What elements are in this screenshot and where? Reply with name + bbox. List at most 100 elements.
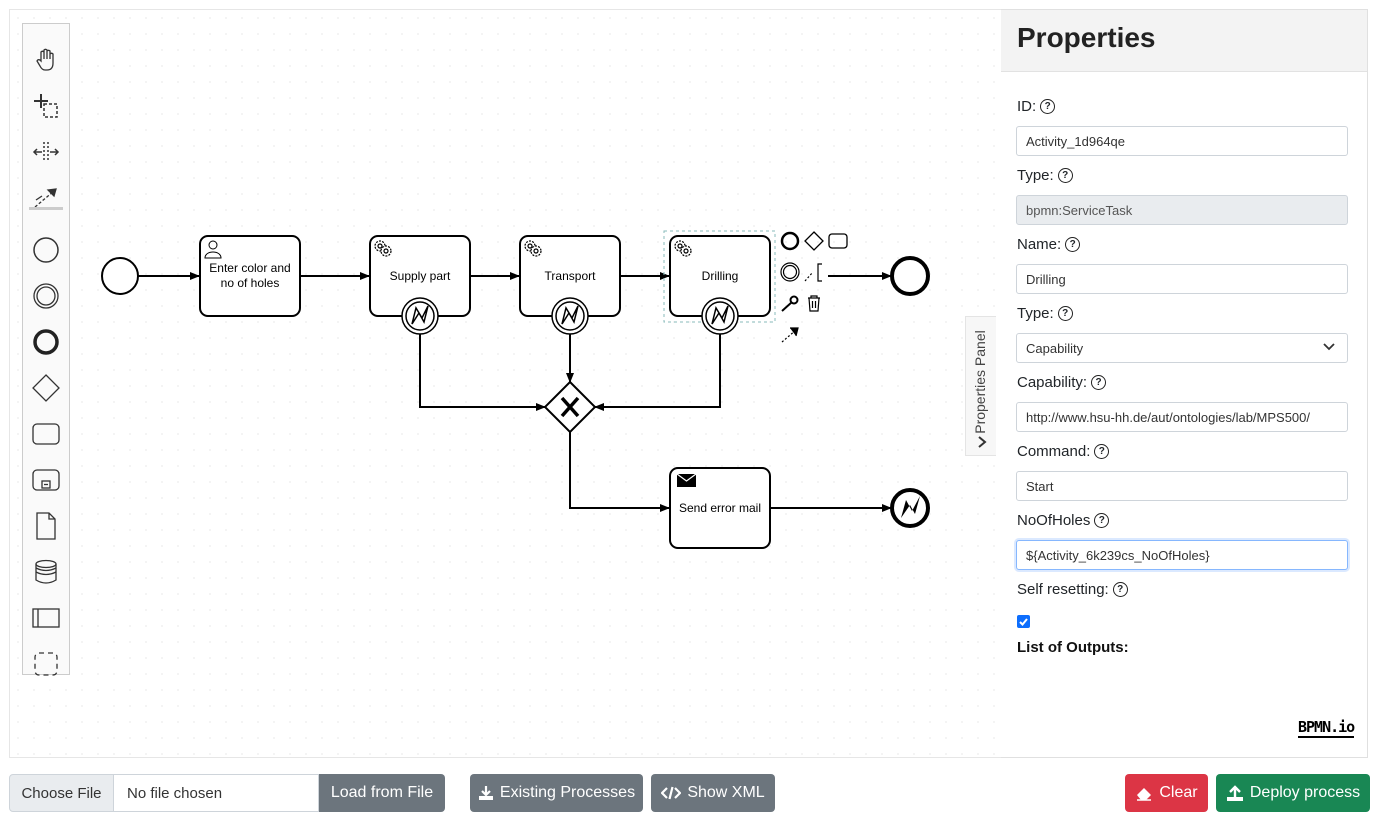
command-field[interactable]: Start: [1016, 471, 1348, 501]
file-name-display: No file chosen: [114, 774, 319, 812]
trash-icon[interactable]: [808, 295, 820, 312]
id-field[interactable]: Activity_1d964qe: [1016, 126, 1348, 156]
chevron-right-icon: [978, 436, 987, 448]
help-icon[interactable]: ?: [1040, 99, 1056, 114]
data-store-icon[interactable]: [23, 552, 69, 592]
task-label: Supply part: [390, 269, 451, 283]
flow-gateway-to-mail[interactable]: [569, 432, 670, 512]
append-task-icon[interactable]: [828, 233, 848, 249]
task-label: no of holes: [221, 276, 280, 290]
name-field[interactable]: Drilling: [1016, 264, 1348, 294]
type-label: Type:?: [1017, 167, 1073, 184]
help-icon[interactable]: ?: [1057, 168, 1073, 183]
start-event[interactable]: [101, 257, 139, 295]
participant-icon[interactable]: [23, 598, 69, 638]
type-label-text: Type:: [1017, 167, 1054, 184]
bpmn-io-logo[interactable]: BPMN.io: [1298, 718, 1355, 738]
deploy-process-button[interactable]: Deploy process: [1216, 774, 1370, 812]
global-connect-icon[interactable]: [23, 178, 69, 218]
existing-processes-label: Existing Processes: [499, 784, 636, 801]
lasso-tool-icon[interactable]: [23, 86, 69, 126]
noofholes-label-text: NoOfHoles: [1017, 512, 1091, 529]
choose-file-button[interactable]: Choose File: [9, 774, 114, 812]
task-send-error-mail[interactable]: Send error mail: [669, 467, 771, 549]
end-event[interactable]: [890, 256, 930, 296]
properties-panel-toggle[interactable]: Properties Panel: [965, 316, 996, 456]
self-resetting-label-text: Self resetting:: [1017, 581, 1109, 598]
properties-panel: Properties ID:? Activity_1d964qe Type:? …: [1001, 9, 1368, 758]
subprocess-icon[interactable]: [23, 460, 69, 500]
task-icon[interactable]: [23, 414, 69, 454]
bpmn-diagram: Enter color and no of holes Supply part …: [101, 230, 930, 549]
end-event-icon[interactable]: [23, 322, 69, 362]
capability-field[interactable]: http://www.hsu-hh.de/aut/ontologies/lab/…: [1016, 402, 1348, 432]
help-icon[interactable]: ?: [1091, 375, 1107, 390]
exclusive-gateway[interactable]: [543, 380, 597, 434]
show-xml-button[interactable]: Show XML: [651, 774, 775, 812]
task-label: Enter color and: [209, 261, 290, 275]
error-end-event[interactable]: [890, 488, 930, 528]
intermediate-event-icon[interactable]: [23, 276, 69, 316]
eraser-icon: [1137, 788, 1152, 801]
error-boundary-event[interactable]: [551, 297, 589, 335]
name-label: Name:?: [1017, 236, 1081, 253]
group-icon[interactable]: [23, 644, 69, 684]
gateway-icon[interactable]: [23, 368, 69, 408]
hand-tool-icon[interactable]: [23, 40, 69, 80]
task-enter-color[interactable]: Enter color and no of holes: [199, 235, 301, 317]
task-label: Send error mail: [679, 501, 761, 515]
append-gateway-icon[interactable]: [804, 231, 824, 251]
task-drilling[interactable]: Drilling: [663, 230, 776, 335]
type-select-value: Capability: [1026, 340, 1084, 356]
help-icon[interactable]: ?: [1112, 582, 1128, 597]
connect-icon[interactable]: [781, 327, 799, 343]
command-label: Command:?: [1017, 443, 1110, 460]
append-intermediate-event-icon[interactable]: [780, 262, 800, 282]
type-select-label: Type:?: [1017, 305, 1073, 322]
send-task-icon: [676, 473, 697, 487]
text-annotation-icon[interactable]: [804, 263, 822, 282]
space-tool-icon[interactable]: [23, 132, 69, 172]
flow-supply-error-to-gateway[interactable]: [419, 334, 546, 411]
command-label-text: Command:: [1017, 443, 1091, 460]
list-of-outputs-heading: List of Outputs:: [1017, 639, 1129, 656]
id-label: ID:?: [1017, 98, 1056, 115]
task-transport[interactable]: Transport: [519, 235, 621, 335]
self-resetting-label: Self resetting:?: [1017, 581, 1128, 598]
capability-label: Capability:?: [1017, 374, 1107, 391]
palette-separator: [29, 207, 63, 210]
help-icon[interactable]: ?: [1094, 513, 1110, 528]
type-select-label-text: Type:: [1017, 305, 1054, 322]
clear-label: Clear: [1159, 784, 1198, 801]
code-icon: [661, 786, 682, 800]
file-input-group: Choose File No file chosen: [9, 774, 319, 812]
upload-icon: [1226, 785, 1243, 801]
help-icon[interactable]: ?: [1057, 306, 1073, 321]
flow-drilling-error-to-gateway[interactable]: [594, 334, 721, 411]
error-boundary-event[interactable]: [701, 297, 739, 335]
name-label-text: Name:: [1017, 236, 1062, 253]
show-xml-label: Show XML: [687, 784, 765, 801]
context-pad: [780, 231, 848, 343]
type-select[interactable]: Capability: [1016, 333, 1348, 363]
capability-label-text: Capability:: [1017, 374, 1088, 391]
checkmark-icon: [1019, 618, 1028, 626]
clear-button[interactable]: Clear: [1125, 774, 1208, 812]
properties-panel-tab-label: Properties Panel: [972, 330, 988, 434]
append-end-event-icon[interactable]: [780, 231, 800, 251]
type-field: bpmn:ServiceTask: [1016, 195, 1348, 225]
help-icon[interactable]: ?: [1065, 237, 1081, 252]
load-from-file-button[interactable]: Load from File: [319, 774, 445, 812]
tool-palette: [22, 23, 70, 676]
noofholes-field[interactable]: ${Activity_6k239cs_NoOfHoles}: [1016, 540, 1348, 570]
data-object-icon[interactable]: [23, 506, 69, 546]
self-resetting-checkbox[interactable]: [1017, 615, 1030, 628]
start-event-icon[interactable]: [23, 230, 69, 270]
existing-processes-button[interactable]: Existing Processes: [470, 774, 643, 812]
wrench-icon[interactable]: [781, 295, 799, 312]
error-boundary-event[interactable]: [401, 297, 439, 335]
chevron-down-icon: [1323, 343, 1335, 351]
task-supply-part[interactable]: Supply part: [369, 235, 471, 335]
download-icon: [478, 786, 493, 800]
help-icon[interactable]: ?: [1094, 444, 1110, 459]
